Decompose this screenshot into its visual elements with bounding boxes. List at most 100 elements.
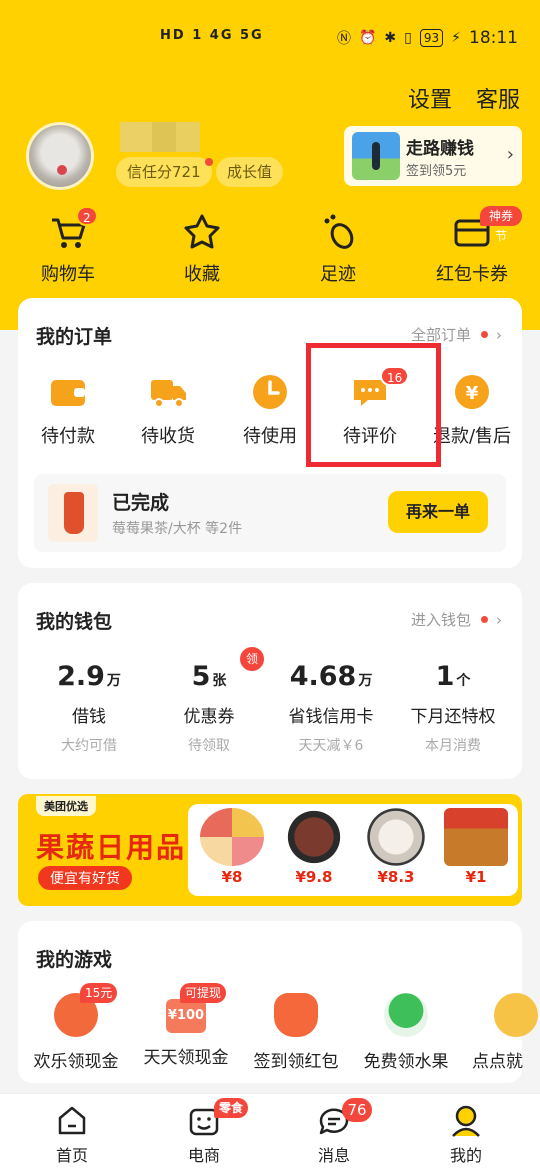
username-redacted bbox=[120, 122, 200, 152]
coupon-unit: 张 bbox=[212, 673, 227, 689]
reorder-button[interactable]: 再来一单 bbox=[388, 491, 488, 533]
product-item[interactable]: ¥1 bbox=[436, 808, 516, 886]
privilege-label: 下月还特权 bbox=[410, 707, 496, 727]
tab-messages[interactable]: 消息 76 bbox=[284, 1098, 384, 1166]
tab-mine-label: 我的 bbox=[449, 1146, 482, 1165]
daily-cash-label: 天天领现金 bbox=[143, 1048, 229, 1068]
game-checkin-redpacket[interactable]: 签到领红包 bbox=[238, 993, 354, 1072]
chevron-right-icon: › bbox=[496, 326, 502, 344]
privilege-value: 1 bbox=[435, 661, 455, 692]
highlight-box bbox=[306, 343, 441, 467]
games-card: 我的游戏 欢乐领现金 15元 ¥100 天天领现金 可提现 签到领红包 免费领水… bbox=[18, 921, 538, 1083]
privilege-unit: 个 bbox=[456, 673, 471, 689]
cash-badge: 15元 bbox=[80, 983, 118, 1003]
customer-service-link[interactable]: 客服 bbox=[476, 82, 520, 114]
borrow-unit: 万 bbox=[106, 673, 121, 689]
beef-image bbox=[282, 808, 346, 866]
pending-use-label: 待使用 bbox=[243, 426, 297, 447]
product-item[interactable]: ¥8 bbox=[192, 808, 272, 886]
orders-title: 我的订单 bbox=[36, 326, 113, 348]
youxuan-tag: 美团优选 bbox=[36, 796, 96, 816]
banner-slogan: 便宜有好货 bbox=[38, 866, 132, 890]
cart-button[interactable]: 购物车 2 bbox=[18, 206, 118, 286]
settings-link[interactable]: 设置 bbox=[408, 82, 452, 114]
snack-badge: 零食 bbox=[214, 1098, 249, 1118]
coupon-sub: 待领取 bbox=[188, 738, 230, 754]
status-bar: HD 1 4G 5G Ⓝ ⏰ ✱ ▯ 93 ⚡ 18:11 bbox=[0, 24, 540, 56]
banner-headline: 果蔬日用品 bbox=[36, 831, 187, 864]
tab-ecommerce[interactable]: 电商 零食 bbox=[154, 1098, 254, 1166]
banner-products: ¥8 ¥9.8 ¥8.3 ¥1 bbox=[188, 804, 518, 896]
walk-card-subtitle: 签到领5元 bbox=[406, 164, 467, 179]
all-orders-label: 全部订单 bbox=[410, 326, 471, 344]
game-daily-cash[interactable]: ¥100 天天领现金 可提现 bbox=[128, 983, 244, 1068]
enter-wallet-link[interactable]: 进入钱包 › bbox=[411, 609, 502, 630]
network-indicator: HD 1 4G 5G bbox=[160, 28, 264, 43]
header-links: 设置 客服 bbox=[408, 82, 520, 114]
wallet-coupons[interactable]: 5张 优惠券 待领取 领 bbox=[154, 647, 264, 755]
charging-icon: ⚡ bbox=[451, 30, 461, 46]
product-item[interactable]: ¥8.3 bbox=[356, 808, 436, 886]
credit-value: 4.68 bbox=[289, 661, 357, 692]
favorites-button[interactable]: 收藏 bbox=[152, 212, 252, 286]
happy-cash-label: 欢乐领现金 bbox=[33, 1052, 119, 1072]
game-free-fruit[interactable]: 免费领水果 bbox=[348, 993, 464, 1072]
tab-home[interactable]: 首页 bbox=[22, 1104, 122, 1166]
credit-sub: 天天减￥6 bbox=[298, 738, 364, 754]
all-orders-link[interactable]: 全部订单 › bbox=[411, 324, 502, 345]
avatar[interactable] bbox=[26, 122, 94, 190]
red-packet-icon bbox=[274, 993, 318, 1037]
footprints-button[interactable]: 足迹 bbox=[288, 212, 388, 286]
vibrate-icon: ▯ bbox=[404, 30, 412, 46]
cart-badge: 2 bbox=[76, 206, 98, 226]
borrow-label: 借钱 bbox=[72, 707, 106, 727]
product-price: ¥1 bbox=[465, 868, 487, 886]
checkin-label: 签到领红包 bbox=[253, 1052, 339, 1072]
bottom-tab-bar: 首页 电商 零食 消息 76 我的 bbox=[0, 1093, 540, 1170]
alarm-icon: ⏰ bbox=[358, 30, 377, 46]
wallet-card: 我的钱包 进入钱包 › 2.9 万 借钱 大约可借 5张 优惠券 待领取 领 4.6… bbox=[18, 583, 522, 779]
wallet-repay-privilege[interactable]: 1个 下月还特权 本月消费 bbox=[398, 661, 508, 755]
footprints-label: 足迹 bbox=[320, 264, 356, 285]
walking-person-thumbnail bbox=[352, 132, 400, 180]
truck-icon bbox=[151, 380, 186, 408]
fruit-tea-thumbnail bbox=[48, 484, 98, 542]
game-happy-cash[interactable]: 欢乐领现金 15元 bbox=[18, 983, 134, 1072]
chevron-right-icon: › bbox=[506, 144, 514, 165]
tab-ecommerce-label: 电商 bbox=[187, 1146, 220, 1165]
completed-order[interactable]: 已完成 莓莓果茶/大杯 等2件 再来一单 bbox=[34, 474, 506, 552]
snack-image bbox=[444, 808, 508, 866]
wallet-borrow[interactable]: 2.9 万 借钱 大约可借 bbox=[34, 661, 144, 755]
coupons-label: 红包卡券 bbox=[436, 264, 508, 285]
wallet-title: 我的钱包 bbox=[36, 611, 113, 633]
growth-label: 成长值 bbox=[227, 163, 273, 181]
order-pending-payment[interactable]: 待付款 bbox=[18, 372, 118, 448]
quick-actions: 购物车 2 收藏 足迹 红包卡券 神券节 bbox=[0, 206, 540, 292]
free-fruit-label: 免费领水果 bbox=[363, 1052, 449, 1072]
borrow-value: 2.9 bbox=[57, 661, 105, 692]
coupon-label: 优惠券 bbox=[183, 707, 235, 727]
coupons-button[interactable]: 红包卡券 神券节 bbox=[422, 206, 522, 286]
wallet-credit-card[interactable]: 4.68 万 省钱信用卡 天天减￥6 bbox=[276, 661, 386, 755]
coupon-value: 5 bbox=[191, 661, 211, 692]
tab-mine[interactable]: 我的 bbox=[416, 1104, 516, 1166]
star-icon bbox=[184, 214, 220, 249]
game-tap[interactable]: 点点就 bbox=[458, 993, 538, 1072]
meituan-youxuan-banner[interactable]: 美团优选 果蔬日用品 便宜有好货 ¥8 ¥9.8 ¥8.3 ¥1 bbox=[18, 794, 522, 906]
walk-earn-card[interactable]: 走路赚钱 签到领5元 › bbox=[344, 126, 522, 186]
order-pending-receipt[interactable]: 待收货 bbox=[118, 372, 218, 448]
product-item[interactable]: ¥9.8 bbox=[274, 808, 354, 886]
trust-score-chip[interactable]: 信任分721 bbox=[116, 157, 213, 187]
coupon-festival-badge: 神券节 bbox=[480, 206, 522, 243]
cake-image bbox=[200, 808, 264, 866]
order-pending-use[interactable]: 待使用 bbox=[220, 372, 320, 448]
battery-indicator: 93 bbox=[419, 29, 444, 47]
cart-label: 购物车 bbox=[41, 264, 95, 285]
credit-label: 省钱信用卡 bbox=[288, 707, 374, 727]
tab-home-label: 首页 bbox=[55, 1146, 88, 1165]
growth-chip[interactable]: 成长值 bbox=[216, 157, 284, 187]
withdraw-badge: 可提现 bbox=[180, 983, 227, 1003]
bluetooth-icon: ✱ bbox=[384, 30, 397, 46]
walk-card-title: 走路赚钱 bbox=[406, 139, 474, 159]
tap-label: 点点就 bbox=[472, 1052, 523, 1072]
